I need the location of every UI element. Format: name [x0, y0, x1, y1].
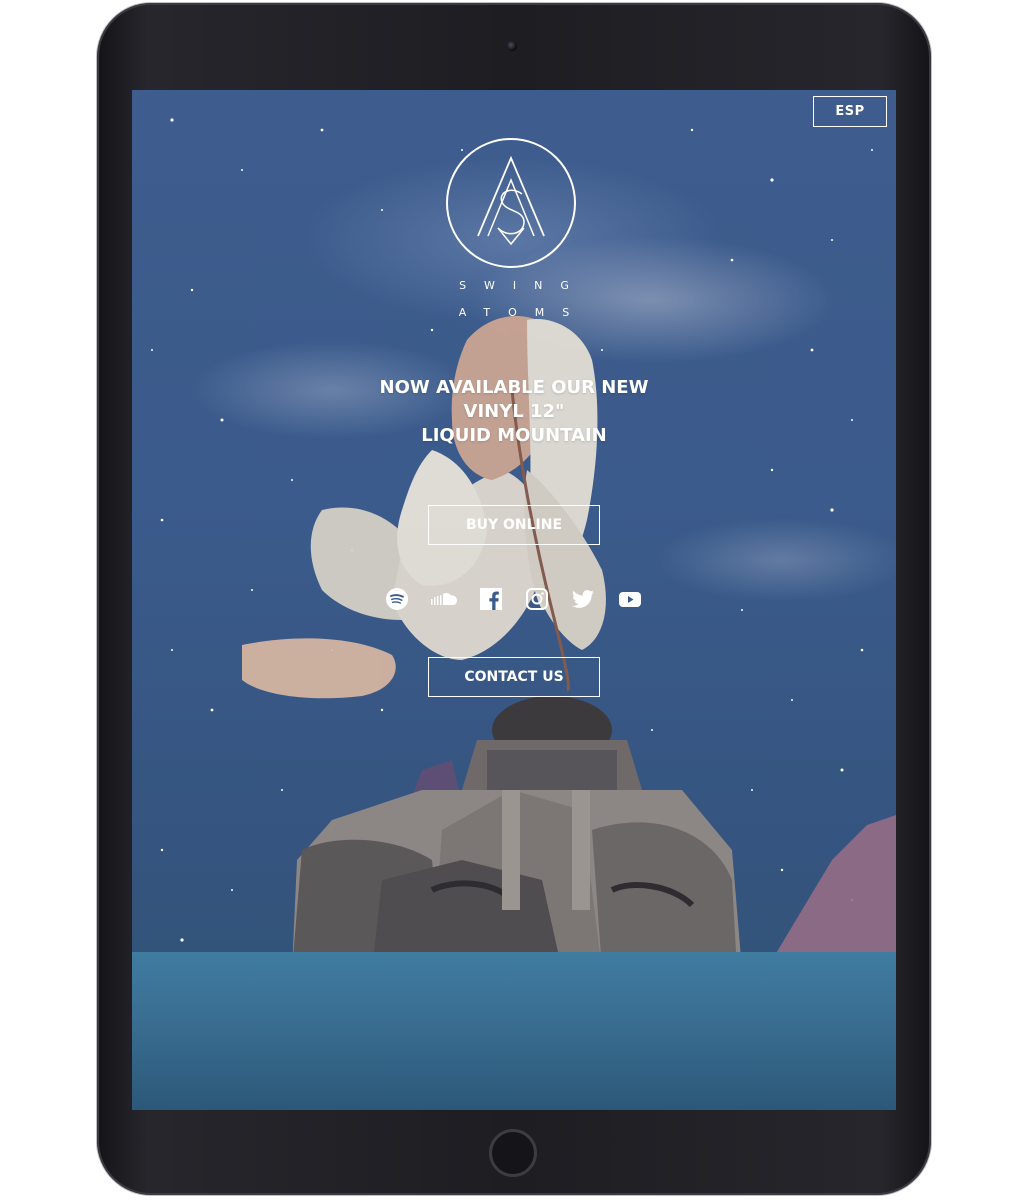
- headline-line-1: NOW AVAILABLE OUR NEW: [379, 377, 649, 398]
- headline-line-3: LIQUID MOUNTAIN: [421, 425, 607, 446]
- buy-online-button[interactable]: BUY ONLINE: [428, 505, 600, 545]
- brand-name-atoms: ATOMS: [458, 306, 588, 319]
- release-headline: NOW AVAILABLE OUR NEW VINYL 12" LIQUID M…: [314, 376, 714, 448]
- instagram-icon[interactable]: [524, 586, 550, 612]
- swing-atoms-logo-icon: [446, 138, 576, 268]
- home-button[interactable]: [489, 1129, 537, 1177]
- twitter-icon[interactable]: [570, 586, 596, 612]
- front-camera: [507, 41, 517, 51]
- youtube-icon[interactable]: [617, 586, 643, 612]
- headline-line-2: VINYL 12": [463, 401, 565, 422]
- contact-us-button[interactable]: CONTACT US: [428, 657, 600, 697]
- facebook-icon[interactable]: [478, 586, 504, 612]
- language-toggle-button[interactable]: ESP: [813, 96, 887, 127]
- pink-mountain: [772, 815, 896, 960]
- website-screen: ESP SWING ATOMS NOW AVAILABLE OUR NEW VI…: [132, 90, 896, 1110]
- soundcloud-icon[interactable]: [430, 586, 460, 612]
- spotify-icon[interactable]: [384, 586, 410, 612]
- rocky-ground: [132, 952, 896, 1110]
- brand-name-swing: SWING: [459, 279, 587, 292]
- astronaut: [292, 696, 742, 970]
